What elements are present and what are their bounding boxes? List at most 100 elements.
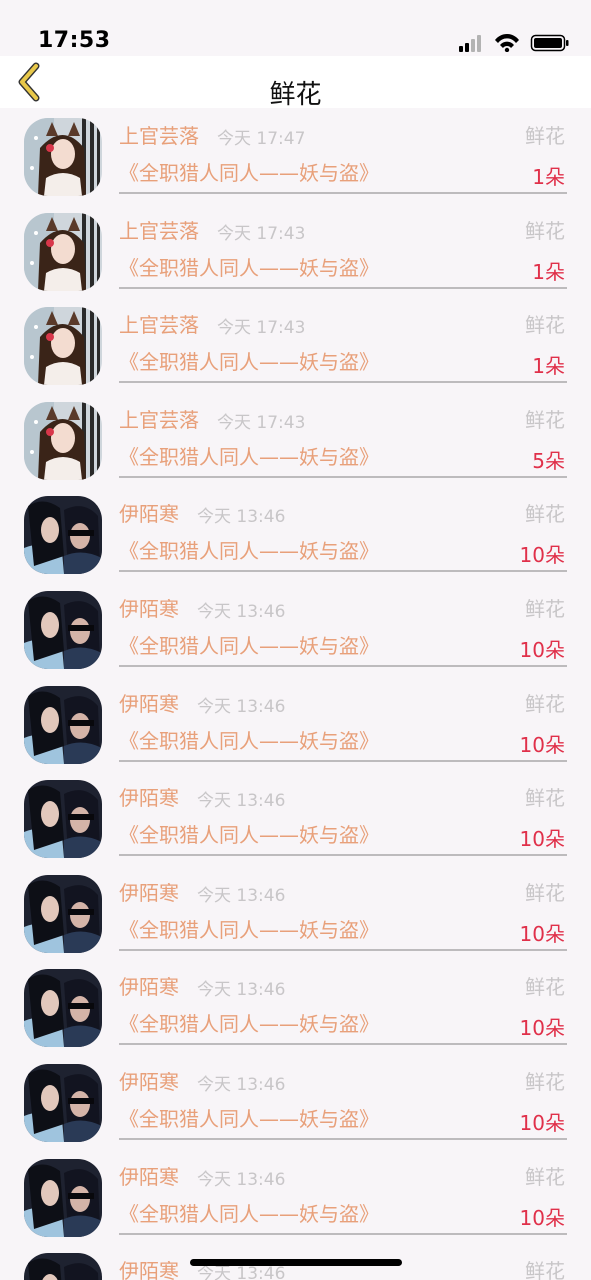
status-bar: 17:53 [0,0,591,56]
row-divider [119,1232,567,1235]
list-item[interactable]: 伊陌寒今天 13:46 鲜花《全职猎人同人——妖与盗》 10朵 [0,1155,591,1250]
user-name[interactable]: 伊陌寒 [119,877,179,906]
wifi-icon [495,34,519,53]
gift-count: 5朵 [532,448,565,473]
record-time: 今天 17:43 [216,318,306,339]
cellular-signal-icon [459,35,481,52]
row-divider [119,1137,567,1140]
book-title[interactable]: 《全职猎人同人——妖与盗》 [119,1198,379,1227]
avatar[interactable] [24,307,102,386]
list-item[interactable]: 伊陌寒今天 13:46 鲜花《全职猎人同人——妖与盗》 10朵 [0,776,591,871]
user-name[interactable]: 伊陌寒 [119,688,179,717]
gift-type: 鲜花 [525,691,565,716]
home-indicator[interactable] [190,1259,402,1266]
avatar[interactable] [24,1063,102,1142]
avatar[interactable] [24,874,102,953]
book-title[interactable]: 《全职猎人同人——妖与盗》 [119,441,379,470]
book-title[interactable]: 《全职猎人同人——妖与盗》 [119,630,379,659]
avatar[interactable] [24,685,102,764]
gift-type: 鲜花 [525,1164,565,1189]
status-icons [459,34,571,53]
avatar[interactable] [24,496,102,575]
gift-count: 10朵 [519,543,565,568]
user-name[interactable]: 伊陌寒 [119,1255,179,1280]
record-time: 今天 13:46 [196,885,286,906]
row-divider [119,664,567,667]
row-divider [119,192,567,194]
row-divider [119,286,567,289]
avatar[interactable] [24,780,102,859]
user-name[interactable]: 上官芸落 [119,309,199,338]
record-time: 今天 13:46 [196,1169,286,1190]
book-title[interactable]: 《全职猎人同人——妖与盗》 [119,535,379,564]
book-title[interactable]: 《全职猎人同人——妖与盗》 [119,914,379,943]
gift-type: 鲜花 [525,218,565,243]
gift-count: 10朵 [519,1016,565,1041]
gift-count: 10朵 [519,732,565,757]
user-name[interactable]: 伊陌寒 [119,782,179,811]
avatar[interactable] [24,118,102,196]
list-item[interactable]: 伊陌寒今天 13:46 鲜花《全职猎人同人——妖与盗》 10朵 [0,965,591,1060]
book-title[interactable]: 《全职猎人同人——妖与盗》 [119,157,379,186]
nav-bar: 鲜花 [0,56,591,110]
list-item[interactable]: 伊陌寒今天 13:46 鲜花《全职猎人同人——妖与盗》 10朵 [0,587,591,682]
user-name[interactable]: 伊陌寒 [119,1066,179,1095]
flower-record-list[interactable]: 上官芸落 今天 17:47 鲜花 《全职猎人同人——妖与盗》 1朵 上官芸落 今天 17:4… [0,114,591,1280]
row-divider [119,948,567,951]
avatar[interactable] [24,590,102,669]
list-item[interactable]: 伊陌寒今天 13:46 鲜花《全职猎人同人——妖与盗》 10朵 [0,871,591,966]
list-item[interactable]: 上官芸落 今天 17:43 鲜花《全职猎人同人——妖与盗》 1朵 [0,303,591,398]
list-item[interactable]: 伊陌寒今天 13:46 鲜花《全职猎人同人——妖与盗》 10朵 [0,1060,591,1155]
record-time: 今天 13:46 [196,791,286,812]
book-title[interactable]: 《全职猎人同人——妖与盗》 [119,819,379,848]
list-item[interactable]: 上官芸落 今天 17:43 鲜花《全职猎人同人——妖与盗》 5朵 [0,398,591,493]
user-name[interactable]: 伊陌寒 [119,593,179,622]
list-item[interactable]: 上官芸落 今天 17:43 鲜花 《全职猎人同人——妖与盗》 1朵 [0,209,591,304]
avatar[interactable] [24,401,102,480]
page-title: 鲜花 [269,80,322,110]
book-title[interactable]: 《全职猎人同人——妖与盗》 [119,1008,379,1037]
row-divider [119,381,567,384]
user-name[interactable]: 上官芸落 [119,215,199,244]
list-item[interactable]: 伊陌寒今天 13:46 鲜花《全职猎人同人——妖与盗》 10朵 [0,492,591,587]
gift-type: 鲜花 [525,880,565,905]
row-divider [119,1043,567,1046]
list-item[interactable]: 伊陌寒今天 13:46 鲜花《全职猎人同人——妖与盗》 10朵 [0,682,591,777]
gift-type: 鲜花 [525,1069,565,1094]
avatar[interactable] [24,969,102,1048]
gift-count: 10朵 [519,1110,565,1135]
gift-type: 鲜花 [525,502,565,527]
user-name[interactable]: 伊陌寒 [119,498,179,527]
book-title[interactable]: 《全职猎人同人——妖与盗》 [119,252,379,281]
avatar[interactable] [24,212,102,291]
row-divider [119,570,567,573]
gift-count: 1朵 [532,259,565,284]
record-time: 今天 13:46 [196,696,286,717]
record-time: 今天 13:46 [196,980,286,1001]
row-divider [119,759,567,762]
list-item[interactable]: 上官芸落 今天 17:47 鲜花 《全职猎人同人——妖与盗》 1朵 [0,114,591,209]
battery-icon [530,34,569,52]
user-name[interactable]: 伊陌寒 [119,971,179,1000]
book-title[interactable]: 《全职猎人同人——妖与盗》 [119,346,379,375]
avatar[interactable] [24,1253,102,1280]
gift-type: 鲜花 [525,124,565,148]
gift-count: 10朵 [519,637,565,662]
gift-type: 鲜花 [525,1259,565,1280]
user-name[interactable]: 上官芸落 [119,120,199,149]
gift-type: 鲜花 [525,407,565,432]
avatar[interactable] [24,1158,102,1237]
gift-count: 1朵 [532,354,565,379]
gift-type: 鲜花 [525,786,565,811]
gift-count: 10朵 [519,921,565,946]
gift-count: 1朵 [532,165,565,189]
gift-type: 鲜花 [525,313,565,338]
record-time: 今天 17:43 [216,412,306,433]
user-name[interactable]: 上官芸落 [119,404,199,433]
book-title[interactable]: 《全职猎人同人——妖与盗》 [119,725,379,754]
gift-count: 10朵 [519,827,565,852]
row-divider [119,475,567,478]
record-time: 今天 13:46 [196,601,286,622]
user-name[interactable]: 伊陌寒 [119,1161,179,1190]
book-title[interactable]: 《全职猎人同人——妖与盗》 [119,1103,379,1132]
